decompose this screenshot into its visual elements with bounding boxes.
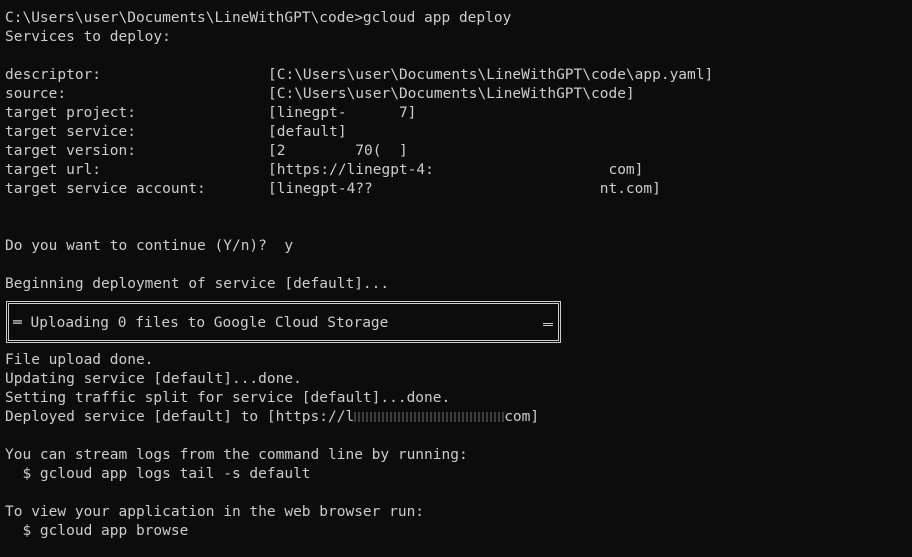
field-label-project: target project: <box>5 105 136 121</box>
field-label-account: target service account: <box>5 181 206 197</box>
deployed-line: Deployed service [default] to [https://l… <box>5 408 539 427</box>
field-label-version: target version: <box>5 143 136 159</box>
field-label-service: target service: <box>5 124 136 140</box>
field-label-source: source: <box>5 86 67 102</box>
field-label-descriptor: descriptor: <box>5 67 102 83</box>
services-header: Services to deploy: <box>5 29 171 45</box>
updating-service: Updating service [default]...done. <box>5 371 302 387</box>
view-app-text: To view your application in the web brow… <box>5 504 425 520</box>
field-value-version: [2 70( ] <box>268 143 408 159</box>
upload-box-bar <box>543 323 553 326</box>
redacted-url <box>354 412 505 422</box>
field-value-url: [https://linegpt-4: com] <box>268 162 644 178</box>
stream-logs-text: You can stream logs from the command lin… <box>5 447 468 463</box>
browse-command: $ gcloud app browse <box>5 523 189 539</box>
prompt-line: C:\Users\user\Documents\LineWithGPT\code… <box>5 10 512 26</box>
upload-box-text: ═ Uploading 0 files to Google Cloud Stor… <box>13 315 389 331</box>
beginning-deployment: Beginning deployment of service [default… <box>5 276 390 292</box>
upload-progress-box: ═ Uploading 0 files to Google Cloud Stor… <box>6 301 561 343</box>
deployed-suffix: com] <box>504 409 540 425</box>
field-value-source: [C:\Users\user\Documents\LineWithGPT\cod… <box>268 86 635 102</box>
logs-command: $ gcloud app logs tail -s default <box>5 466 311 482</box>
upload-done: File upload done. <box>5 352 154 368</box>
deployed-prefix: Deployed service [default] to [https://l <box>5 409 355 425</box>
field-value-descriptor: [C:\Users\user\Documents\LineWithGPT\cod… <box>268 67 714 83</box>
field-label-url: target url: <box>5 162 102 178</box>
field-value-service: [default] <box>268 124 347 140</box>
terminal-window[interactable]: C:\Users\user\Documents\LineWithGPT\code… <box>0 0 912 557</box>
field-value-account: [linegpt-4?? nt.com] <box>268 181 661 197</box>
traffic-split: Setting traffic split for service [defau… <box>5 390 451 406</box>
continue-prompt: Do you want to continue (Y/n)? y <box>5 238 294 254</box>
field-value-project: [linegpt- 7] <box>268 105 417 121</box>
